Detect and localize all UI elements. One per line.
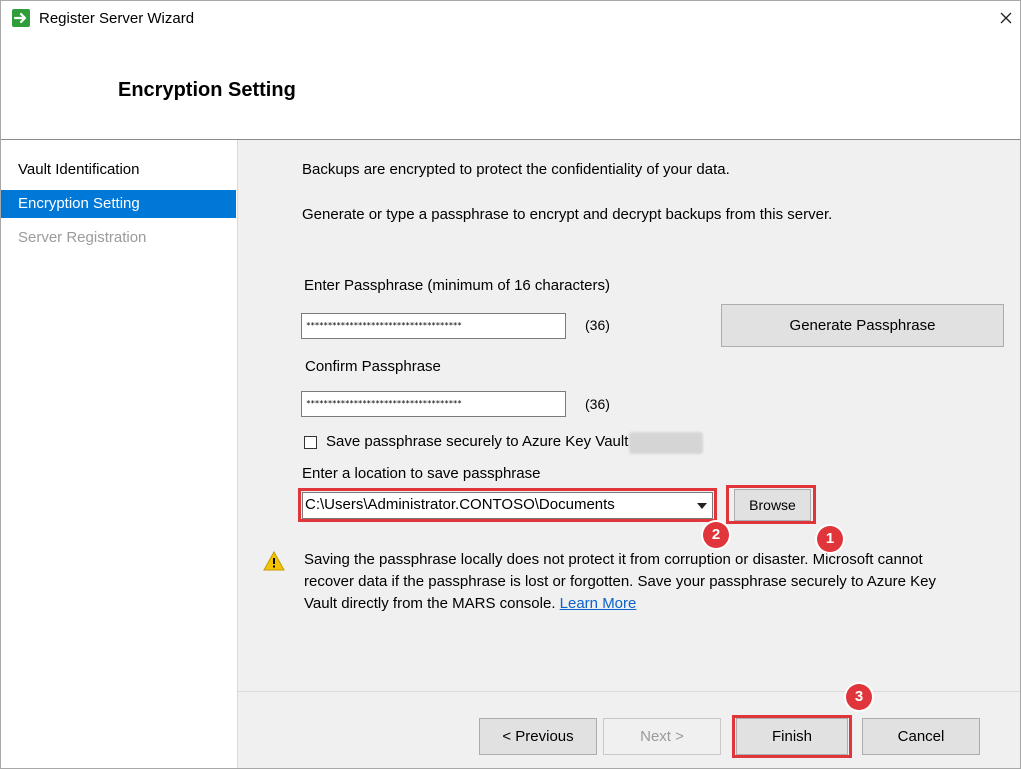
location-value: C:\Users\Administrator.CONTOSO\Documents xyxy=(305,496,615,513)
annotation-marker-2: 2 xyxy=(703,522,729,548)
warning-icon xyxy=(263,550,285,575)
warning-text-line3: Vault directly from the MARS console. Le… xyxy=(304,595,636,612)
window-title: Register Server Wizard xyxy=(39,10,195,27)
close-button[interactable] xyxy=(993,5,1019,31)
close-icon xyxy=(1000,12,1012,24)
wizard-arrow-icon xyxy=(12,9,30,27)
passphrase-length: (36) xyxy=(585,317,610,333)
redacted-region xyxy=(629,432,703,454)
finish-button[interactable]: Finish xyxy=(736,718,848,755)
keyvault-checkbox[interactable] xyxy=(304,436,317,449)
wizard-header: Encryption Setting xyxy=(1,35,1020,140)
warning-text-line1: Saving the passphrase locally does not p… xyxy=(304,551,923,568)
next-button: Next > xyxy=(603,718,721,755)
footer-separator xyxy=(238,691,1020,692)
sidebar-item-encryption-setting[interactable]: Encryption Setting xyxy=(1,190,236,218)
confirm-passphrase-length: (36) xyxy=(585,396,610,412)
location-label: Enter a location to save passphrase xyxy=(302,465,541,482)
instruction-text: Generate or type a passphrase to encrypt… xyxy=(302,206,833,223)
wizard-steps-sidebar: Vault Identification Encryption Setting … xyxy=(1,140,238,768)
confirm-passphrase-field[interactable]: ************************************ xyxy=(301,391,566,417)
keyvault-checkbox-label: Save passphrase securely to Azure Key Va… xyxy=(326,433,629,450)
annotation-marker-3: 3 xyxy=(846,684,872,710)
wizard-content xyxy=(238,140,1020,768)
browse-button[interactable]: Browse xyxy=(734,489,811,521)
passphrase-label: Enter Passphrase (minimum of 16 characte… xyxy=(304,277,610,294)
location-combobox[interactable]: C:\Users\Administrator.CONTOSO\Documents xyxy=(302,492,713,519)
sidebar-item-server-registration: Server Registration xyxy=(18,229,147,246)
passphrase-field[interactable]: ************************************ xyxy=(301,313,566,339)
page-title: Encryption Setting xyxy=(118,79,296,101)
cancel-button[interactable]: Cancel xyxy=(862,718,980,755)
intro-text: Backups are encrypted to protect the con… xyxy=(302,161,730,178)
warning-text-line3-prefix: Vault directly from the MARS console. xyxy=(304,595,560,612)
learn-more-link[interactable]: Learn More xyxy=(560,595,637,612)
title-bar: Register Server Wizard xyxy=(1,1,1020,35)
chevron-down-icon[interactable] xyxy=(693,494,711,517)
annotation-marker-1: 1 xyxy=(817,526,843,552)
generate-passphrase-button[interactable]: Generate Passphrase xyxy=(721,304,1004,347)
register-server-wizard-window: Register Server Wizard Encryption Settin… xyxy=(0,0,1021,769)
previous-button[interactable]: < Previous xyxy=(479,718,597,755)
confirm-passphrase-label: Confirm Passphrase xyxy=(305,358,441,375)
warning-text-line2: recover data if the passphrase is lost o… xyxy=(304,573,936,590)
sidebar-item-vault-identification[interactable]: Vault Identification xyxy=(1,156,236,184)
